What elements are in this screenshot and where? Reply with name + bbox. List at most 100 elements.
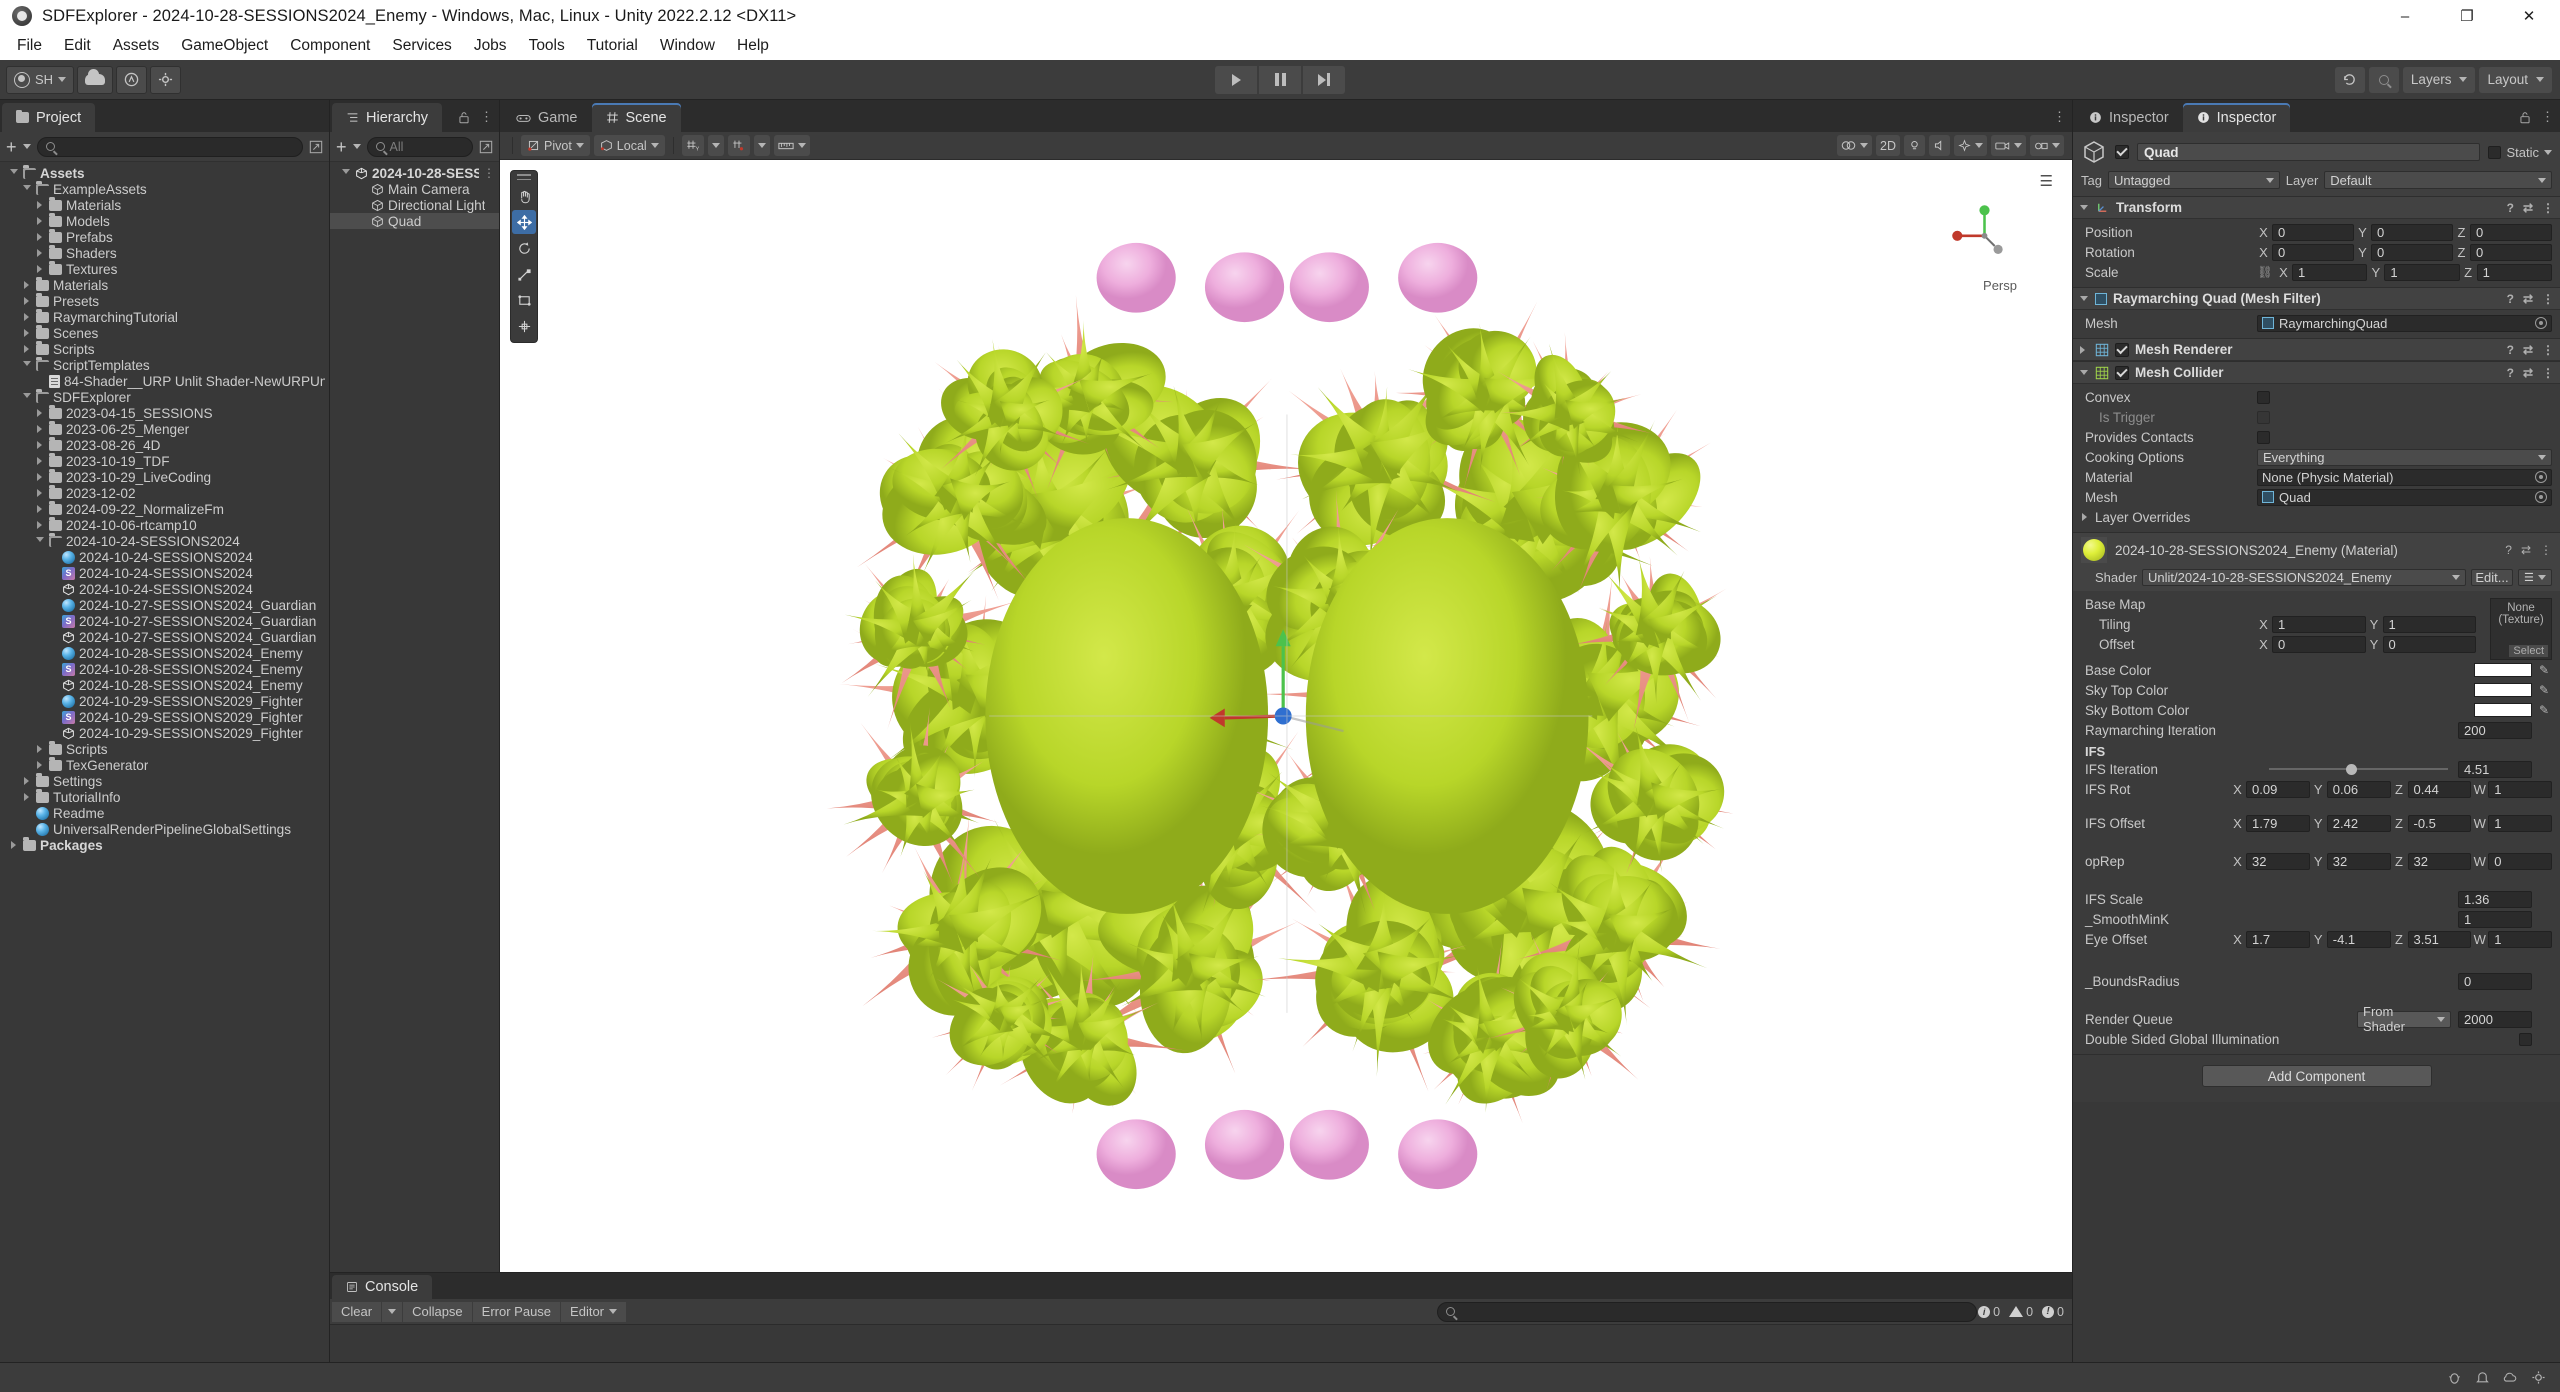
expand-arrow-icon[interactable] xyxy=(34,761,45,769)
scale-z-input[interactable]: 1 xyxy=(2476,263,2552,281)
project-tree-item[interactable]: ExampleAssets xyxy=(0,181,329,197)
offset-x-input[interactable]: 0 xyxy=(2272,635,2366,653)
position-y-input[interactable]: 0 xyxy=(2371,223,2453,241)
expand-arrow-icon[interactable] xyxy=(21,281,32,289)
expand-arrow-icon[interactable] xyxy=(21,793,32,801)
tag-dropdown[interactable]: Untagged xyxy=(2107,171,2280,189)
texture-select-button[interactable]: Select xyxy=(2509,645,2548,657)
preset-icon[interactable]: ⇄ xyxy=(2523,343,2533,357)
expand-arrow-icon[interactable] xyxy=(21,329,32,337)
cooking-options-dropdown[interactable]: Everything xyxy=(2257,448,2552,466)
expand-arrow-icon[interactable] xyxy=(34,201,45,209)
notification-icon[interactable] xyxy=(2474,1370,2490,1386)
shader-dropdown[interactable]: Unlit/2024-10-28-SESSIONS2024_Enemy xyxy=(2142,569,2466,586)
raymarching-iteration-input[interactable]: 200 xyxy=(2458,721,2532,739)
smoothmink-input[interactable]: 1 xyxy=(2458,910,2532,928)
hierarchy-search-input[interactable]: All xyxy=(366,136,473,157)
shading-mode-dropdown[interactable] xyxy=(1837,135,1873,156)
render-queue-input[interactable]: 2000 xyxy=(2458,1010,2532,1028)
maximize-button[interactable]: ❐ xyxy=(2436,0,2498,32)
oprep-z-input[interactable]: 32 xyxy=(2407,852,2472,870)
move-tool-button[interactable] xyxy=(512,210,536,234)
project-tree-item[interactable]: 2023-10-29_LiveCoding xyxy=(0,469,329,485)
kebab-menu-icon[interactable]: ⋮ xyxy=(2542,366,2554,380)
toggle-2d-button[interactable]: 2D xyxy=(1876,135,1900,156)
snap-increment-button[interactable] xyxy=(727,135,750,156)
expand-arrow-icon[interactable] xyxy=(2081,513,2091,521)
eyedropper-icon[interactable]: ✎ xyxy=(2536,703,2552,717)
hand-tool-button[interactable] xyxy=(512,184,536,208)
oprep-y-input[interactable]: 32 xyxy=(2326,852,2391,870)
layers-dropdown[interactable]: Layers xyxy=(2402,66,2476,93)
scene-camera-dropdown[interactable] xyxy=(1991,135,2026,156)
project-tree-item[interactable]: S 2024-10-24-SESSIONS2024 xyxy=(0,565,329,581)
play-button[interactable] xyxy=(1215,65,1257,94)
project-tree-item[interactable]: 2024-10-28-SESSIONS2024_Enemy xyxy=(0,645,329,661)
ifs-rot-y-input[interactable]: 0.06 xyxy=(2326,780,2391,798)
project-tree-item[interactable]: 2023-04-15_SESSIONS xyxy=(0,405,329,421)
object-picker-icon[interactable] xyxy=(2535,317,2547,329)
tab-inspector-2[interactable]: Inspector xyxy=(2182,103,2291,132)
ifs-offset-z-input[interactable]: -0.5 xyxy=(2407,814,2472,832)
bug-icon[interactable] xyxy=(2446,1370,2462,1386)
menu-assets[interactable]: Assets xyxy=(102,34,171,58)
mesh-renderer-component-header[interactable]: Mesh Renderer ? ⇄ ⋮ xyxy=(2073,338,2560,361)
ifs-iteration-slider[interactable] xyxy=(2269,761,2448,778)
project-tree-item[interactable]: 2023-12-02 xyxy=(0,485,329,501)
base-color-swatch[interactable] xyxy=(2474,663,2532,677)
gizmos-dropdown[interactable] xyxy=(2030,135,2064,156)
tab-console[interactable]: Console xyxy=(332,1275,433,1299)
offset-y-input[interactable]: 0 xyxy=(2382,635,2476,653)
expand-arrow-icon[interactable] xyxy=(34,489,45,497)
local-dropdown[interactable]: Local xyxy=(593,135,665,156)
lock-open-icon[interactable] xyxy=(2519,111,2531,124)
menu-tools[interactable]: Tools xyxy=(518,34,576,58)
kebab-menu-icon[interactable]: ⋮ xyxy=(2542,343,2554,357)
project-tree-item[interactable]: S 2024-10-29-SESSIONS2029_Fighter xyxy=(0,709,329,725)
rotation-y-input[interactable]: 0 xyxy=(2371,243,2453,261)
ifs-rot-x-input[interactable]: 0.09 xyxy=(2246,780,2310,798)
hierarchy-tree[interactable]: 2024-10-28-SESSIC ⋮ Main CameraDirectional… xyxy=(330,162,499,1272)
palette-grip[interactable] xyxy=(517,174,531,180)
ifs-offset-w-input[interactable]: 1 xyxy=(2488,814,2552,832)
position-z-input[interactable]: 0 xyxy=(2470,223,2552,241)
project-search-input[interactable] xyxy=(36,136,303,157)
collab-button[interactable] xyxy=(116,65,148,94)
project-tree-item[interactable]: Packages xyxy=(0,837,329,853)
expand-arrow-icon[interactable] xyxy=(21,777,32,785)
perspective-label[interactable]: Persp xyxy=(1983,278,2017,293)
scene-viewport[interactable]: ☰ Persp xyxy=(500,160,2072,1272)
ifs-offset-y-input[interactable]: 2.42 xyxy=(2326,814,2391,832)
project-tree-item[interactable]: 84-Shader__URP Unlit Shader-NewURPUnlitS… xyxy=(0,373,329,389)
render-queue-mode-dropdown[interactable]: From Shader xyxy=(2357,1004,2451,1034)
clear-button[interactable]: Clear xyxy=(332,1301,382,1322)
mesh-renderer-enabled-checkbox[interactable] xyxy=(2115,342,2129,357)
hierarchy-item[interactable]: Main Camera xyxy=(330,181,499,197)
transform-tool-button[interactable] xyxy=(512,314,536,338)
step-button[interactable] xyxy=(1303,65,1345,94)
static-checkbox[interactable] xyxy=(2488,145,2502,159)
eye-offset-z-input[interactable]: 3.51 xyxy=(2407,930,2472,948)
project-tree-item[interactable]: Scripts xyxy=(0,741,329,757)
menu-file[interactable]: File xyxy=(6,34,53,58)
project-tree-item[interactable]: UniversalRenderPipelineGlobalSettings xyxy=(0,821,329,837)
kebab-menu-icon[interactable]: ⋮ xyxy=(483,166,495,180)
expand-arrow-icon[interactable] xyxy=(34,409,45,417)
project-tree[interactable]: Assets ExampleAssets Materials Models Prefab… xyxy=(0,162,329,1362)
expand-arrow-icon[interactable] xyxy=(2079,345,2089,354)
lock-open-icon[interactable] xyxy=(458,111,470,124)
rotation-x-input[interactable]: 0 xyxy=(2272,243,2354,261)
history-button[interactable] xyxy=(2334,66,2365,93)
add-asset-button[interactable]: + xyxy=(6,138,17,156)
project-tree-item[interactable]: SDFExplorer xyxy=(0,389,329,405)
snap-dropdown[interactable] xyxy=(753,135,770,156)
oprep-x-input[interactable]: 32 xyxy=(2246,852,2310,870)
rect-tool-button[interactable] xyxy=(512,288,536,312)
oprep-w-input[interactable]: 0 xyxy=(2488,852,2552,870)
project-tree-item[interactable]: 2023-06-25_Menger xyxy=(0,421,329,437)
provides-contacts-checkbox[interactable] xyxy=(2257,430,2270,444)
pivot-dropdown[interactable]: Pivot xyxy=(521,135,590,156)
expand-arrow-icon[interactable] xyxy=(34,441,45,449)
collapse-button[interactable]: Collapse xyxy=(403,1301,472,1322)
help-icon[interactable]: ? xyxy=(2507,201,2514,215)
